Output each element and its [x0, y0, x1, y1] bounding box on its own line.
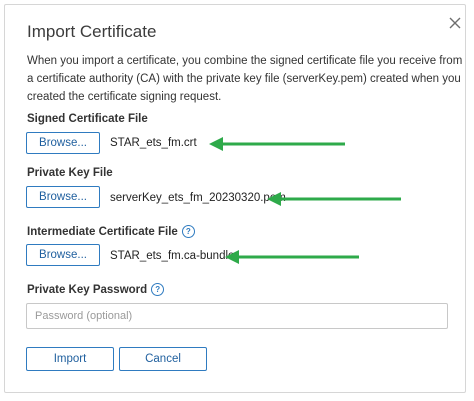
help-circle-icon[interactable]: ? [151, 283, 165, 296]
private-key-password-input[interactable] [26, 303, 448, 329]
left-arrow-icon [209, 137, 345, 151]
signed-certificate-browse-button[interactable]: Browse... [26, 132, 100, 154]
close-icon[interactable] [447, 15, 463, 31]
intermediate-certificate-label-text: Intermediate Certificate File [27, 226, 178, 238]
private-key-label: Private Key File [27, 167, 113, 179]
help-circle-icon[interactable]: ? [181, 225, 195, 238]
signed-certificate-file-name: STAR_ets_fm.crt [110, 137, 197, 149]
signed-certificate-label: Signed Certificate File [27, 113, 148, 125]
private-key-password-label-text: Private Key Password [27, 284, 148, 296]
dialog-title: Import Certificate [27, 22, 157, 41]
intermediate-certificate-label: Intermediate Certificate File? [27, 225, 195, 238]
cancel-button[interactable]: Cancel [119, 347, 207, 371]
private-key-password-label: Private Key Password? [27, 283, 165, 296]
private-key-browse-button[interactable]: Browse... [26, 186, 100, 208]
left-arrow-icon [225, 250, 359, 264]
private-key-file-name: serverKey_ets_fm_20230320.pem [110, 192, 286, 204]
import-certificate-dialog: Import Certificate When you import a cer… [4, 4, 466, 393]
intermediate-certificate-browse-button[interactable]: Browse... [26, 244, 100, 266]
left-arrow-icon [267, 192, 401, 206]
import-button[interactable]: Import [26, 347, 114, 371]
dialog-description: When you import a certificate, you combi… [27, 55, 463, 103]
intermediate-certificate-file-name: STAR_ets_fm.ca-bundle [110, 250, 235, 262]
